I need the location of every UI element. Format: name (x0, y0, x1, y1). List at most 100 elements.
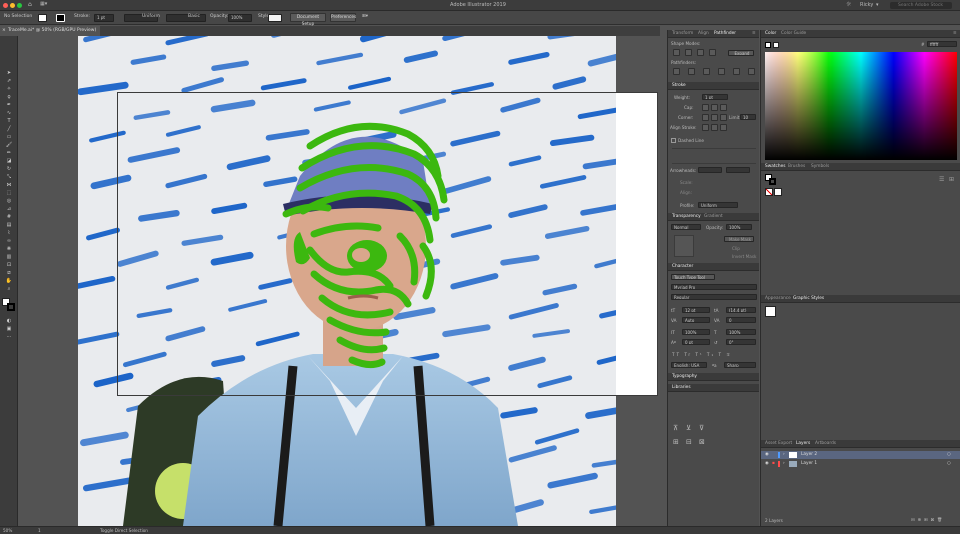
tracking-input[interactable]: 0 (726, 317, 756, 323)
miter-join-icon[interactable] (702, 114, 709, 121)
trim-icon[interactable] (688, 68, 695, 75)
artboard-number[interactable]: 1 (38, 528, 41, 533)
align-middle-icon[interactable]: ⊻ (686, 424, 693, 432)
layer-name[interactable]: Layer 1 (801, 460, 817, 468)
document-tab[interactable]: × TraceMe.ai* @ 50% (RGB/GPU Preview) (0, 26, 100, 36)
font-family-select[interactable]: Myriad Pro (671, 284, 757, 290)
dash-gap-fields[interactable] (672, 148, 756, 164)
paintbrush-tool-icon[interactable]: 🖌 (4, 142, 14, 148)
shape-builder-tool-icon[interactable]: ◎ (4, 198, 14, 204)
stroke-color-icon[interactable] (7, 303, 15, 311)
divide-icon[interactable] (673, 68, 680, 75)
align-top-icon[interactable]: ⊼ (673, 424, 680, 432)
kerning-input[interactable]: Auto (682, 317, 710, 323)
close-tab-icon[interactable]: × (2, 26, 6, 36)
visibility-eye-icon[interactable]: ◉ (765, 460, 769, 468)
tab-artboards[interactable]: Artboards (815, 441, 836, 446)
canvas-area[interactable] (18, 36, 660, 526)
zoom-level[interactable]: 50% (3, 528, 12, 533)
tab-graphic-styles[interactable]: Graphic Styles (793, 296, 824, 301)
dashed-line-checkbox[interactable] (671, 138, 676, 143)
draw-mode-icon[interactable]: ◐ (4, 318, 14, 324)
outline-icon[interactable] (733, 68, 740, 75)
direct-selection-tool-icon[interactable]: ⇗ (4, 78, 14, 84)
intersect-icon[interactable] (697, 49, 704, 56)
merge-icon[interactable] (703, 68, 710, 75)
color-spectrum-picker[interactable] (765, 52, 957, 160)
workspace-layout-icon[interactable]: ▦▾ (40, 1, 47, 7)
symbol-sprayer-tool-icon[interactable]: ❋ (4, 246, 14, 252)
minimize-window-icon[interactable] (10, 3, 15, 8)
stroke-swatch[interactable] (56, 14, 65, 22)
start-arrowhead-select[interactable] (698, 167, 722, 173)
crop-icon[interactable] (718, 68, 725, 75)
selection-tool-icon[interactable]: ➤ (4, 70, 14, 76)
tab-layers[interactable]: Layers (796, 441, 810, 446)
curvature-tool-icon[interactable]: ∿ (4, 110, 14, 116)
width-tool-icon[interactable]: ⋈ (4, 182, 14, 188)
align-inside-icon[interactable] (711, 124, 718, 131)
zoom-window-icon[interactable] (17, 3, 22, 8)
pencil-tool-icon[interactable]: ✏ (4, 150, 14, 156)
stock-search-input[interactable]: Search Adobe Stock (890, 2, 952, 9)
align-to-icon[interactable]: ⊠ (699, 438, 706, 446)
tab-transform[interactable]: Transform (672, 31, 693, 36)
align-outside-icon[interactable] (720, 124, 727, 131)
document-setup-button[interactable]: Document Setup (290, 13, 326, 27)
eraser-tool-icon[interactable]: ◪ (4, 158, 14, 164)
color-fill-icon[interactable] (765, 42, 771, 48)
tab-gradient[interactable]: Gradient (704, 214, 723, 219)
baseline-shift-input[interactable]: 0 pt (682, 339, 710, 345)
swatch-list-view-icon[interactable]: ☰ (939, 176, 944, 183)
fill-swatch[interactable] (38, 14, 47, 22)
mesh-tool-icon[interactable]: # (4, 214, 14, 220)
opacity-field[interactable]: 100% (228, 14, 252, 22)
font-size-input[interactable]: 12 pt (682, 307, 710, 313)
hex-color-input[interactable]: ffffff (927, 41, 957, 47)
workspace-switcher[interactable]: Ricky (860, 2, 873, 8)
round-join-icon[interactable] (711, 114, 718, 121)
anti-aliasing-select[interactable]: Sharp (724, 362, 756, 368)
preferences-button[interactable]: Preferences (330, 13, 356, 22)
line-tool-icon[interactable]: ╱ (4, 126, 14, 132)
close-window-icon[interactable] (3, 3, 8, 8)
color-stroke-icon[interactable] (773, 42, 779, 48)
pen-tool-icon[interactable]: ✒ (4, 102, 14, 108)
end-arrowhead-select[interactable] (726, 167, 750, 173)
tab-stroke[interactable]: Stroke (672, 83, 686, 88)
column-graph-tool-icon[interactable]: ▥ (4, 254, 14, 260)
lock-icon[interactable]: ▪ (772, 460, 775, 468)
horizontal-scale-input[interactable]: 100% (726, 329, 756, 335)
vertical-scale-input[interactable]: 100% (682, 329, 710, 335)
edit-toolbar-icon[interactable]: ⋯ (4, 334, 14, 340)
placed-photo-traceme[interactable] (78, 36, 616, 526)
layer-actions-icons[interactable]: ⊟⊕⊞⊠🗑 (911, 517, 945, 523)
layer-target-icon[interactable]: ○ (947, 451, 951, 459)
bevel-join-icon[interactable] (720, 114, 727, 121)
touch-type-tool-button[interactable]: Touch Type Tool (671, 274, 715, 280)
swatch-stroke-icon[interactable] (769, 178, 776, 185)
minus-back-icon[interactable] (748, 68, 755, 75)
color-panel-menu-icon[interactable]: ≡ (953, 31, 957, 36)
text-case-buttons[interactable]: TT Tr T¹ T₁ T ∓ (672, 352, 732, 357)
butt-cap-icon[interactable] (702, 104, 709, 111)
transparency-opacity-input[interactable]: 100% (726, 224, 752, 230)
panel-menu-icon[interactable]: ≡ (752, 31, 756, 36)
exclude-icon[interactable] (709, 49, 716, 56)
make-mask-button[interactable]: Make Mask (724, 236, 754, 242)
magic-wand-tool-icon[interactable]: ✧ (4, 86, 14, 92)
zoom-tool-icon[interactable]: ⌕ (4, 286, 14, 292)
swatch-grid-view-icon[interactable]: ⊞ (949, 176, 954, 183)
layer-name[interactable]: Layer 2 (801, 451, 817, 459)
screen-mode-icon[interactable]: ▣ (4, 326, 14, 332)
tab-appearance[interactable]: Appearance (765, 296, 791, 301)
tab-symbols[interactable]: Symbols (811, 164, 829, 169)
tab-asset-export[interactable]: Asset Export (765, 441, 792, 446)
projecting-cap-icon[interactable] (720, 104, 727, 111)
lasso-tool-icon[interactable]: ϙ (4, 94, 14, 100)
none-swatch[interactable] (765, 188, 773, 196)
tab-color[interactable]: Color (765, 31, 776, 36)
tab-align[interactable]: Align (698, 31, 709, 36)
brush-definition[interactable] (166, 14, 206, 22)
blend-tool-icon[interactable]: ∞ (4, 238, 14, 244)
